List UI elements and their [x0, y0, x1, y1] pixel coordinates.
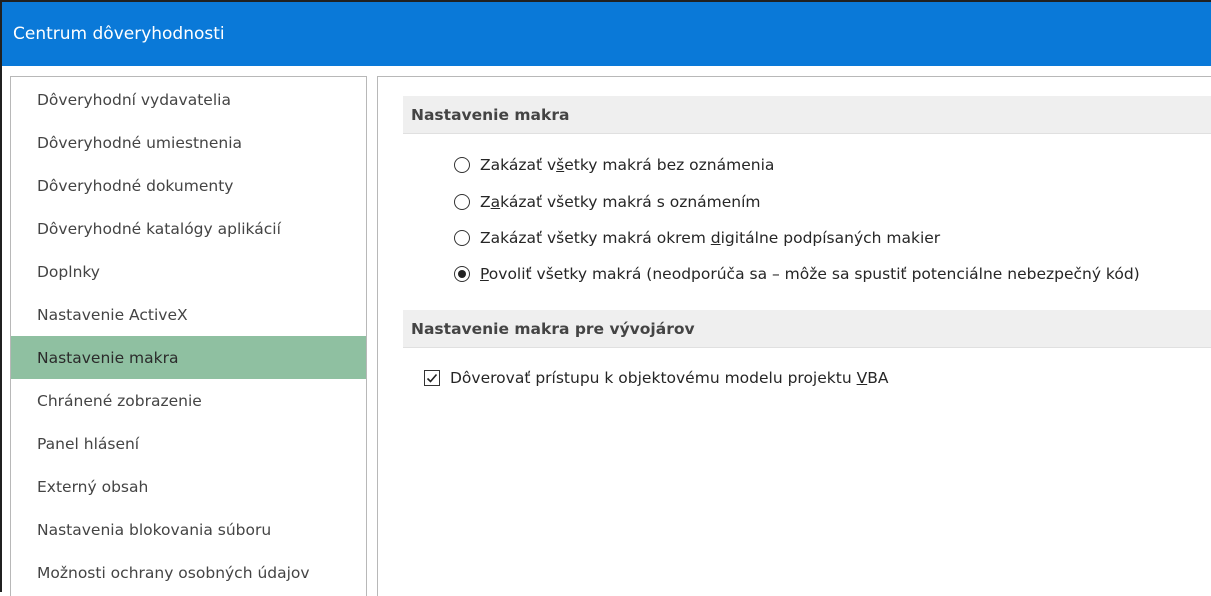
- sidebar-item-label: Dôveryhodné katalógy aplikácií: [37, 219, 281, 238]
- radio-button[interactable]: [454, 194, 470, 210]
- radio-label: Zakázať všetky makrá okrem digitálne pod…: [480, 229, 940, 247]
- sidebar-item-macro-settings[interactable]: Nastavenie makra: [11, 336, 366, 379]
- checkbox-trust-vba-access[interactable]: Dôverovať prístupu k objektovému modelu …: [424, 365, 888, 391]
- access-key: d: [710, 229, 721, 247]
- access-key: a: [490, 193, 501, 211]
- label-text: igitálne podpísaných makier: [720, 229, 941, 247]
- checkmark-icon: [426, 373, 438, 383]
- sidebar-item-external-content[interactable]: Externý obsah: [11, 465, 366, 508]
- access-key: š: [556, 156, 565, 174]
- sidebar-item-trusted-publishers[interactable]: Dôveryhodní vydavatelia: [11, 78, 366, 121]
- sidebar-item-label: Dôveryhodné dokumenty: [37, 176, 234, 195]
- radio-button[interactable]: [454, 230, 470, 246]
- main-panel: Nastavenie makra Zakázať všetky makrá be…: [377, 76, 1211, 596]
- sidebar-item-file-block-settings[interactable]: Nastavenia blokovania súboru: [11, 508, 366, 551]
- sidebar-item-trusted-locations[interactable]: Dôveryhodné umiestnenia: [11, 121, 366, 164]
- radio-disable-except-signed[interactable]: Zakázať všetky makrá okrem digitálne pod…: [454, 225, 940, 251]
- sidebar: Dôveryhodní vydavatelia Dôveryhodné umie…: [10, 76, 367, 596]
- label-text: Dôverovať prístupu k objektovému modelu …: [450, 369, 857, 387]
- window-title: Centrum dôveryhodnosti: [13, 24, 225, 44]
- checkbox[interactable]: [424, 370, 440, 386]
- label-text: kázať všetky makrá s oznámením: [500, 193, 761, 211]
- sidebar-item-label: Externý obsah: [37, 477, 149, 496]
- sidebar-item-add-ins[interactable]: Doplnky: [11, 250, 366, 293]
- sidebar-item-protected-view[interactable]: Chránené zobrazenie: [11, 379, 366, 422]
- trust-center-window: Centrum dôveryhodnosti Dôveryhodní vydav…: [0, 0, 1211, 596]
- label-text: Zakázať všetky makrá okrem: [480, 229, 711, 247]
- sidebar-item-label: Nastavenie makra: [37, 348, 179, 367]
- sidebar-item-trusted-documents[interactable]: Dôveryhodné dokumenty: [11, 164, 366, 207]
- access-key: V: [856, 369, 868, 387]
- sidebar-item-activex-settings[interactable]: Nastavenie ActiveX: [11, 293, 366, 336]
- sidebar-item-label: Doplnky: [37, 262, 100, 281]
- sidebar-item-label: Dôveryhodní vydavatelia: [37, 90, 231, 109]
- sidebar-item-message-bar[interactable]: Panel hlásení: [11, 422, 366, 465]
- radio-dot: [458, 270, 466, 278]
- radio-disable-with-notification[interactable]: Zakázať všetky makrá s oznámením: [454, 189, 761, 215]
- developer-macro-settings-header: Nastavenie makra pre vývojárov: [403, 310, 1211, 348]
- radio-label: Zakázať všetky makrá s oznámením: [480, 193, 761, 211]
- label-text: etky makrá bez oznámenia: [564, 156, 775, 174]
- sidebar-item-label: Chránené zobrazenie: [37, 391, 202, 410]
- access-key: P: [480, 265, 489, 283]
- macro-settings-header: Nastavenie makra: [403, 96, 1211, 134]
- radio-label: Zakázať všetky makrá bez oznámenia: [480, 156, 774, 174]
- sidebar-item-label: Panel hlásení: [37, 434, 140, 453]
- sidebar-item-trusted-add-in-catalogs[interactable]: Dôveryhodné katalógy aplikácií: [11, 207, 366, 250]
- label-text: Z: [480, 193, 491, 211]
- label-text: Zakázať v: [480, 156, 557, 174]
- radio-button[interactable]: [454, 157, 470, 173]
- label-text: ovoliť všetky makrá (neodporúča sa – môž…: [488, 265, 1140, 283]
- section-title: Nastavenie makra pre vývojárov: [411, 319, 695, 338]
- radio-enable-all-macros[interactable]: Povoliť všetky makrá (neodporúča sa – mô…: [454, 261, 1140, 287]
- checkbox-label: Dôverovať prístupu k objektovému modelu …: [450, 369, 888, 387]
- label-text: BA: [867, 369, 889, 387]
- sidebar-item-label: Dôveryhodné umiestnenia: [37, 133, 243, 152]
- section-title: Nastavenie makra: [411, 105, 570, 124]
- sidebar-item-label: Možnosti ochrany osobných údajov: [37, 563, 310, 582]
- sidebar-item-privacy-options[interactable]: Možnosti ochrany osobných údajov: [11, 551, 366, 594]
- title-bar: Centrum dôveryhodnosti: [2, 2, 1211, 66]
- sidebar-item-label: Nastavenia blokovania súboru: [37, 520, 272, 539]
- radio-button-selected[interactable]: [454, 266, 470, 282]
- radio-disable-without-notification[interactable]: Zakázať všetky makrá bez oznámenia: [454, 152, 774, 178]
- radio-label: Povoliť všetky makrá (neodporúča sa – mô…: [480, 265, 1140, 283]
- sidebar-item-label: Nastavenie ActiveX: [37, 305, 188, 324]
